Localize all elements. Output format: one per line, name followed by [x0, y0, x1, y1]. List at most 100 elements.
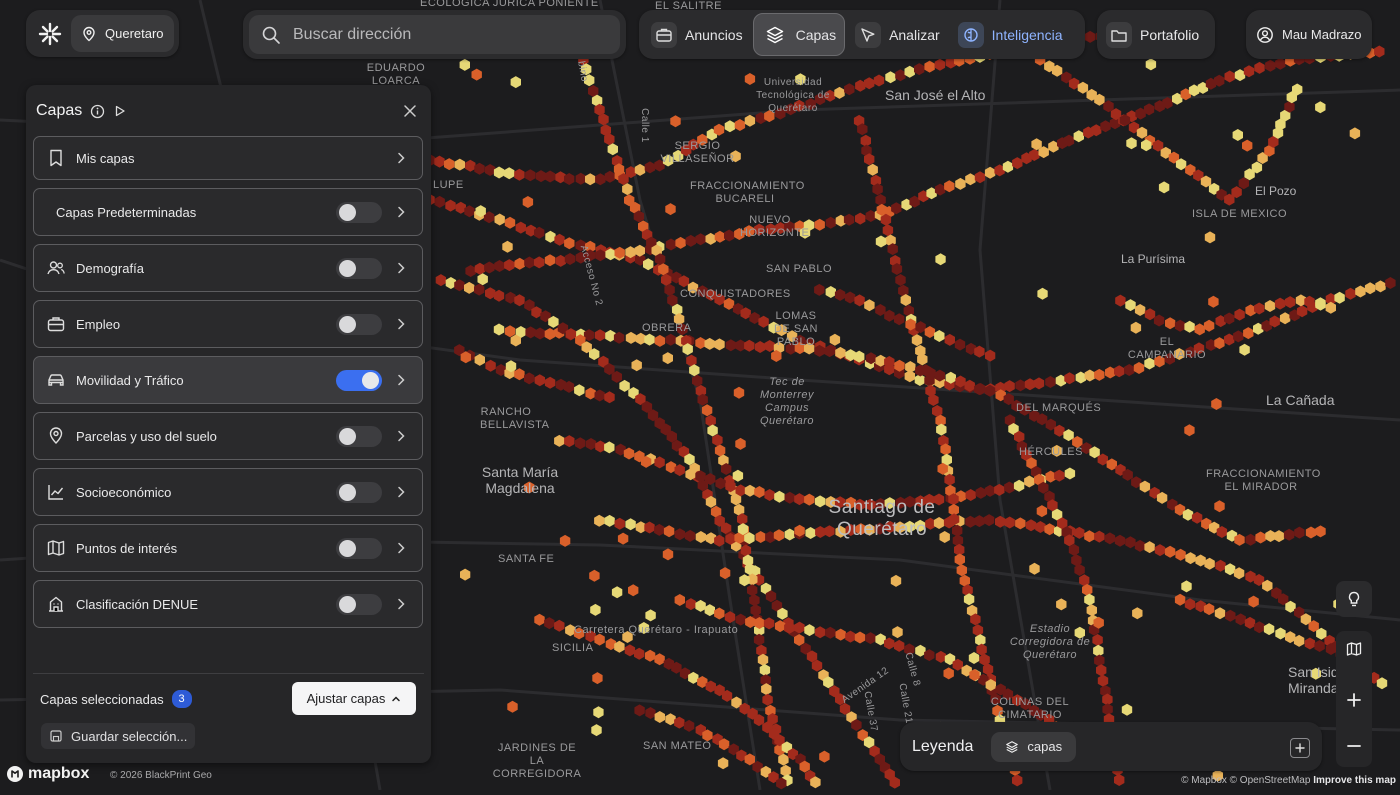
- layer-toggle[interactable]: [336, 369, 382, 391]
- traffic-hexagon: [544, 328, 556, 340]
- map-label: SERGIO VILLASEÑOR: [660, 140, 735, 165]
- traffic-hexagon: [763, 617, 775, 630]
- traffic-hexagon: [1194, 323, 1205, 336]
- traffic-hexagon: [1175, 548, 1186, 561]
- traffic-hexagon: [882, 224, 894, 237]
- traffic-hexagon: [564, 253, 576, 265]
- traffic-hexagon: [665, 333, 676, 346]
- layer-toggle[interactable]: [336, 313, 382, 335]
- zoom-in-button[interactable]: [1336, 682, 1372, 718]
- traffic-hexagon: [965, 489, 976, 501]
- traffic-hexagon: [1284, 296, 1296, 309]
- line-chart-icon: [46, 482, 66, 502]
- panel-header: Capas: [36, 98, 421, 124]
- layer-row-demografia[interactable]: Demografía: [33, 244, 423, 292]
- play-icon[interactable]: [113, 104, 127, 118]
- layer-row-socioeconomico[interactable]: Socioeconómico: [33, 468, 423, 516]
- layer-row-movilidad-y-trafico[interactable]: Movilidad y Tráfico: [33, 356, 423, 404]
- traffic-hexagon: [1094, 368, 1105, 381]
- layer-toggle[interactable]: [336, 537, 382, 559]
- layer-toggle[interactable]: [336, 201, 382, 223]
- chevron-right-icon[interactable]: [394, 205, 408, 219]
- chevron-right-icon[interactable]: [394, 429, 408, 443]
- user-avatar-icon: [1257, 26, 1273, 43]
- close-icon[interactable]: [399, 100, 421, 122]
- traffic-hexagon: [1125, 299, 1136, 312]
- tab-analizar[interactable]: Analizar: [847, 14, 948, 55]
- toggle-knob: [339, 203, 356, 221]
- chevron-right-icon[interactable]: [394, 317, 408, 331]
- traffic-hexagon: [975, 634, 986, 647]
- traffic-hexagon: [534, 256, 545, 269]
- traffic-hexagon: [955, 177, 966, 190]
- traffic-hexagon: [685, 234, 696, 247]
- traffic-hexagon: [593, 706, 604, 719]
- traffic-hexagon: [994, 483, 1005, 496]
- chevron-right-icon[interactable]: [394, 541, 408, 555]
- tab-label: Analizar: [889, 26, 940, 43]
- layer-row-empleo[interactable]: Empleo: [33, 300, 423, 348]
- user-menu[interactable]: Mau Madrazo: [1246, 10, 1372, 59]
- chevron-right-icon[interactable]: [394, 151, 408, 165]
- traffic-hexagon: [968, 652, 980, 664]
- panel-divider: [33, 673, 424, 674]
- traffic-hexagon: [829, 333, 841, 346]
- info-icon[interactable]: [90, 104, 105, 119]
- layer-row-puntos-de-interes[interactable]: Puntos de interés: [33, 524, 423, 572]
- chevron-right-icon[interactable]: [394, 261, 408, 275]
- location-selector[interactable]: Queretaro: [71, 15, 174, 52]
- osm-attribution-link[interactable]: © Mapbox © OpenStreetMap: [1181, 775, 1310, 786]
- traffic-hexagon: [454, 158, 465, 171]
- chevron-right-icon[interactable]: [394, 373, 408, 387]
- traffic-hexagon: [1114, 534, 1126, 547]
- traffic-hexagon: [670, 115, 681, 128]
- tab-capas[interactable]: Capas: [752, 13, 846, 56]
- chevron-right-icon[interactable]: [394, 597, 408, 611]
- layer-row-parcelas-y-uso-del-suelo[interactable]: Parcelas y uso del suelo: [33, 412, 423, 460]
- layer-toggle[interactable]: [336, 425, 382, 447]
- traffic-hexagon: [744, 484, 756, 497]
- tips-button[interactable]: [1336, 581, 1372, 617]
- traffic-hexagon: [956, 564, 967, 577]
- traffic-hexagon: [975, 486, 986, 499]
- layer-toggle[interactable]: [336, 593, 382, 615]
- adjust-layers-button[interactable]: Ajustar capas: [292, 682, 416, 715]
- traffic-hexagon: [628, 584, 639, 597]
- map-label: Universidad Tecnológica de Querétaro: [756, 77, 830, 114]
- save-selection-button[interactable]: Guardar selección...: [41, 723, 196, 749]
- map-attribution: © Mapbox © OpenStreetMap Improve this ma…: [1181, 775, 1396, 786]
- traffic-hexagon: [867, 163, 878, 176]
- search-field[interactable]: [249, 15, 620, 54]
- chevron-right-icon[interactable]: [394, 485, 408, 499]
- traffic-hexagon: [954, 553, 965, 566]
- map-pin-icon: [83, 26, 95, 41]
- search-input[interactable]: [291, 24, 595, 45]
- traffic-hexagon: [864, 77, 875, 90]
- zoom-out-button[interactable]: [1336, 728, 1372, 764]
- traffic-hexagon: [604, 391, 615, 404]
- layer-row-clasificacion-denue[interactable]: Clasificación DENUE: [33, 580, 423, 628]
- traffic-hexagon: [1181, 580, 1192, 593]
- portfolio-button[interactable]: Portafolio: [1097, 10, 1215, 59]
- mapbox-logo[interactable]: mapbox: [6, 765, 89, 783]
- layer-toggle[interactable]: [336, 481, 382, 503]
- panel-title: Capas: [36, 102, 83, 119]
- legend-add-button[interactable]: [1290, 738, 1310, 758]
- layer-row-capas-predeterminadas[interactable]: Capas Predeterminadas: [33, 188, 423, 236]
- legend-layers-chip[interactable]: capas: [991, 731, 1077, 762]
- pointer-icon: [855, 21, 882, 48]
- tab-inteligencia[interactable]: Inteligencia: [950, 14, 1071, 55]
- improve-map-link[interactable]: Improve this map: [1313, 775, 1396, 786]
- traffic-hexagon: [604, 514, 615, 527]
- tab-anuncios[interactable]: Anuncios: [643, 14, 751, 55]
- layer-row-mis-capas[interactable]: Mis capas: [33, 136, 423, 180]
- traffic-hexagon: [674, 594, 685, 606]
- layer-toggle[interactable]: [336, 257, 382, 279]
- traffic-hexagon: [762, 693, 773, 706]
- traffic-hexagon: [485, 287, 496, 300]
- plus-icon: [1295, 743, 1305, 753]
- app-logo-button[interactable]: [34, 18, 66, 50]
- traffic-hexagon: [1243, 327, 1254, 340]
- map-style-button[interactable]: [1336, 631, 1372, 667]
- traffic-hexagon: [855, 79, 866, 92]
